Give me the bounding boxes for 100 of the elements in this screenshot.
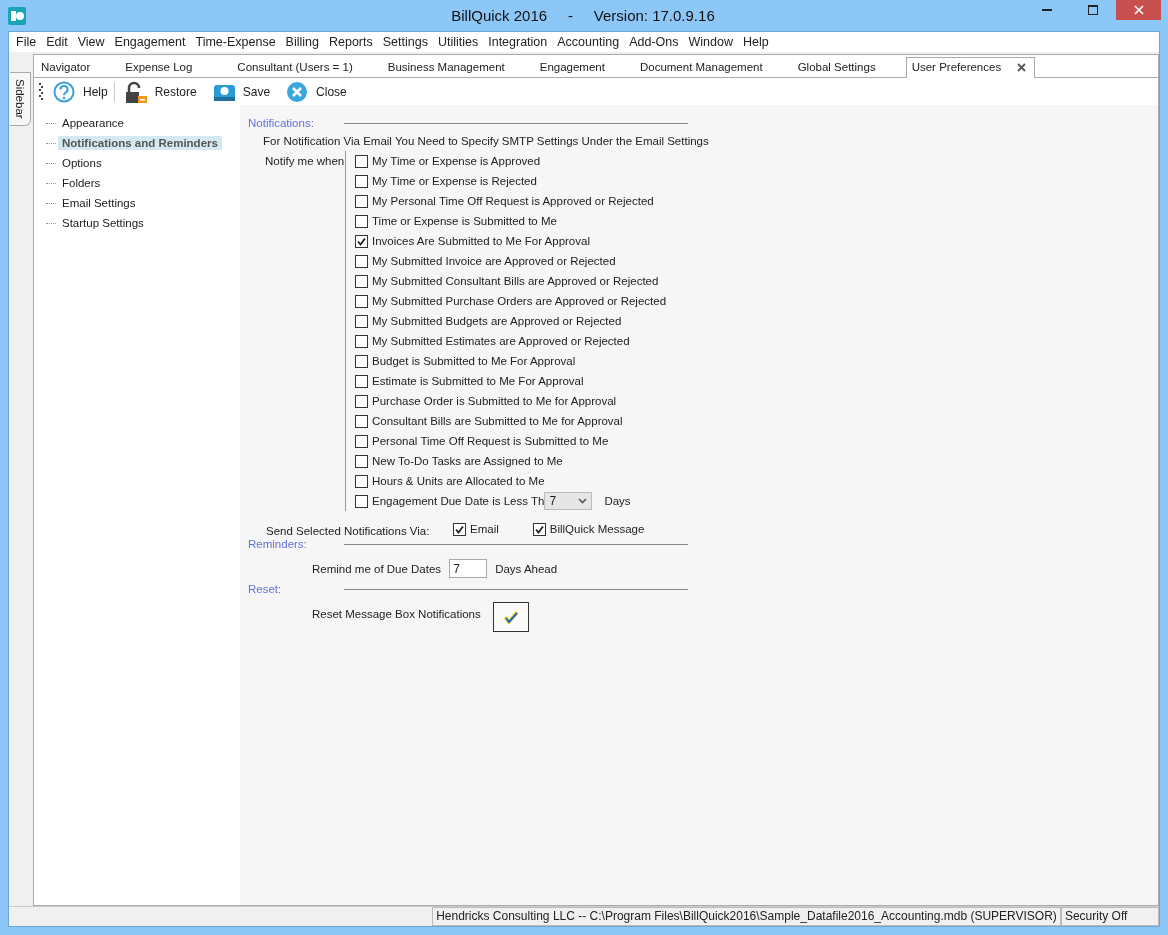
menu-item[interactable]: Window xyxy=(684,35,739,49)
checkbox-label: My Submitted Invoice are Approved or Rejected xyxy=(372,255,616,267)
checkbox-label: BillQuick Message xyxy=(549,523,645,535)
checkbox-label: New To-Do Tasks are Assigned to Me xyxy=(372,455,563,467)
menu-item[interactable]: Reports xyxy=(324,35,379,49)
tab[interactable]: Document Management xyxy=(634,58,793,77)
checkmark-icon xyxy=(455,524,464,534)
close-button[interactable]: Close xyxy=(276,80,353,103)
chevron-down-icon xyxy=(578,498,588,504)
menu-item[interactable]: Edit xyxy=(42,35,74,49)
tree-item[interactable]: Appearance xyxy=(58,116,129,130)
checkbox[interactable] xyxy=(355,394,368,408)
status-text: Security Off xyxy=(1060,907,1159,926)
maximize-icon xyxy=(1088,5,1098,15)
checkbox[interactable] xyxy=(355,274,368,288)
tree-item[interactable]: Notifications and Reminders xyxy=(58,136,222,150)
section-heading: Notifications: xyxy=(248,117,315,129)
checkbox-label: Email xyxy=(470,523,499,535)
checkbox[interactable] xyxy=(355,494,368,508)
checkbox[interactable] xyxy=(355,234,368,248)
checkbox-label: Personal Time Off Request is Submitted to Me xyxy=(372,435,609,447)
checkbox-label: Invoices Are Submitted to Me For Approval xyxy=(372,235,590,247)
checkbox[interactable] xyxy=(355,474,368,488)
tab[interactable]: Engagement xyxy=(534,58,635,77)
checkbox-label: My Personal Time Off Request is Approved or Rejected xyxy=(372,195,654,207)
checkmark-icon xyxy=(357,236,366,246)
checkbox[interactable] xyxy=(355,254,368,268)
tab[interactable]: Global Settings xyxy=(792,58,906,77)
notify-label: Notify me when xyxy=(265,154,345,169)
menu-item[interactable]: File xyxy=(12,35,43,49)
checkbox[interactable] xyxy=(355,434,368,448)
checkbox-label: Purchase Order is Submitted to Me for Approval xyxy=(372,395,617,407)
checkbox[interactable] xyxy=(355,174,368,188)
checkbox-label: My Time or Expense is Approved xyxy=(372,155,541,167)
tab[interactable]: Navigator xyxy=(36,58,121,77)
checkbox-label: Budget is Submitted to Me For Approval xyxy=(372,355,576,367)
send-label: Send Selected Notifications Via: xyxy=(266,524,431,537)
checkbox[interactable] xyxy=(355,414,368,428)
menu-item[interactable]: Engagement xyxy=(110,35,192,49)
checkbox[interactable] xyxy=(355,314,368,328)
checkbox-label: My Time or Expense is Rejected xyxy=(372,175,537,187)
unit-label: Days Ahead xyxy=(495,562,558,575)
help-button[interactable]: Help xyxy=(43,80,114,103)
checkbox-label: Time or Expense is Submitted to Me xyxy=(372,215,557,227)
checkbox[interactable] xyxy=(355,194,368,208)
tree-item[interactable]: Options xyxy=(58,156,106,170)
checkbox[interactable] xyxy=(355,454,368,468)
days-dropdown[interactable]: 7 xyxy=(544,492,593,510)
reset-button[interactable] xyxy=(492,602,529,632)
checkmark-icon xyxy=(502,610,519,624)
info-text: For Notification Via Email You Need to Specify SMTP Settings Under the Email Settings xyxy=(262,134,710,149)
checkbox[interactable] xyxy=(355,334,368,348)
menu-item[interactable]: Settings xyxy=(378,35,434,49)
close-icon xyxy=(1133,5,1144,15)
checkbox[interactable] xyxy=(355,354,368,368)
checkbox-label: Engagement Due Date is Less Th xyxy=(372,495,545,507)
checkbox[interactable] xyxy=(532,522,546,536)
window-title: BillQuick 2016 - Version: 17.0.9.16 xyxy=(450,7,716,24)
menu-item[interactable]: Accounting xyxy=(553,35,626,49)
save-button[interactable]: Save xyxy=(202,80,277,103)
tab[interactable]: Consultant (Users = 1) xyxy=(232,58,383,77)
restore-button[interactable]: Restore xyxy=(114,80,203,103)
menu-item[interactable]: Billing xyxy=(281,35,325,49)
tree-item[interactable]: Email Settings xyxy=(58,196,140,210)
tree-item[interactable]: Startup Settings xyxy=(58,216,148,230)
checkbox[interactable] xyxy=(453,522,466,536)
days-field[interactable]: 7 xyxy=(449,559,488,578)
checkbox-label: Hours & Units are Allocated to Me xyxy=(372,475,545,487)
checkbox-label: My Submitted Consultant Bills are Approved or Rejected xyxy=(372,275,659,287)
checkbox-label: Consultant Bills are Submitted to Me for Approval xyxy=(372,415,623,427)
checkbox-label: Estimate is Submitted to Me For Approval xyxy=(372,375,584,387)
unit-label: Days xyxy=(604,495,631,507)
sidebar-tab[interactable]: Sidebar xyxy=(10,72,31,126)
menu-item[interactable]: Help xyxy=(738,35,775,49)
menu-item[interactable]: Utilities xyxy=(433,35,485,49)
status-text: Hendricks Consulting LLC -- C:\Program Files\BillQuick2016\Sample_Datafile2016_Accounting.mdb (SUPERVISOR) xyxy=(432,907,1061,926)
checkbox[interactable] xyxy=(355,214,368,228)
minimize-icon xyxy=(1042,9,1052,11)
checkbox-label: My Submitted Budgets are Approved or Rejected xyxy=(372,315,622,327)
menu-item[interactable]: Integration xyxy=(484,35,554,49)
checkbox-label: My Submitted Estimates are Approved or Rejected xyxy=(372,335,630,347)
grip-icon xyxy=(39,82,43,101)
checkbox[interactable] xyxy=(355,154,368,168)
section-heading: Reset: xyxy=(248,583,283,595)
tree-item[interactable]: Folders xyxy=(58,176,105,190)
menu-item[interactable]: Add-Ons xyxy=(625,35,685,49)
menu-item[interactable]: Time-Expense xyxy=(191,35,282,49)
checkbox[interactable] xyxy=(355,374,368,388)
section-heading: Reminders: xyxy=(248,538,308,550)
checkbox-label: My Submitted Purchase Orders are Approved or Rejected xyxy=(372,295,667,307)
reset-label: Reset Message Box Notifications xyxy=(312,607,481,620)
tab[interactable]: User Preferences xyxy=(905,57,1036,78)
remind-label: Remind me of Due Dates xyxy=(312,562,442,575)
checkmark-icon xyxy=(534,524,544,534)
tab[interactable]: Expense Log xyxy=(120,58,233,77)
close-icon[interactable] xyxy=(1017,62,1027,72)
menu-item[interactable]: View xyxy=(73,35,111,49)
app-logo-icon xyxy=(8,6,26,25)
checkbox[interactable] xyxy=(355,294,368,308)
tab[interactable]: Business Management xyxy=(382,58,535,77)
